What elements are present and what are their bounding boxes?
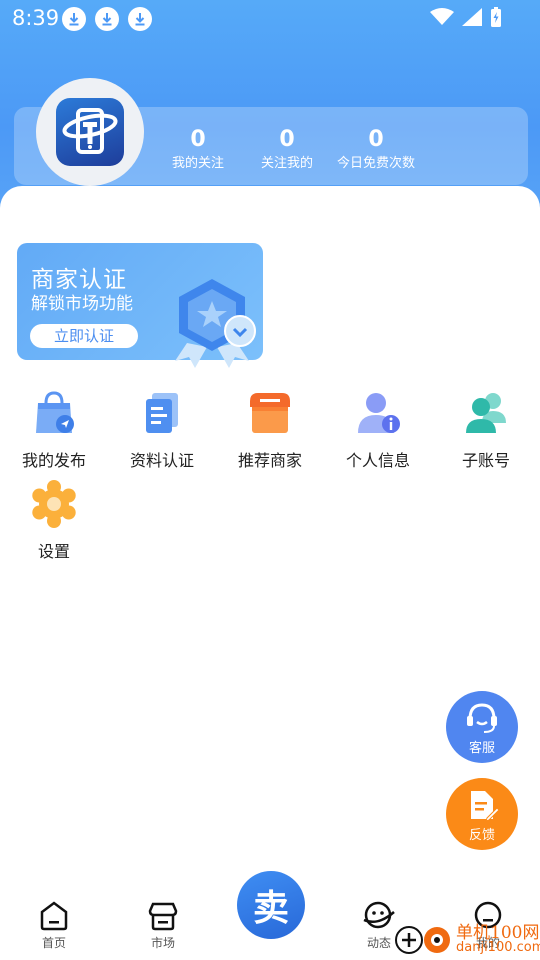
app-logo-phone-icon (56, 98, 124, 166)
tab-label: 首页 (41, 936, 66, 950)
stat-followers[interactable]: 0 关注我的 (237, 126, 337, 174)
avatar[interactable] (36, 78, 144, 186)
customer-service-button[interactable]: 客服 (446, 691, 518, 763)
storefront-icon (250, 393, 290, 433)
feedback-button[interactable]: 反馈 (446, 778, 518, 850)
certify-now-button[interactable]: 立即认证 (30, 324, 138, 348)
grid-label: 推荐商家 (237, 451, 302, 470)
download-icon (95, 7, 119, 31)
wifi-icon (430, 8, 454, 30)
tab-label: 动态 (366, 936, 391, 950)
download-icon (128, 7, 152, 31)
grid-label: 设置 (37, 542, 70, 561)
grid-data-certification[interactable]: 资料认证 (108, 389, 216, 471)
gear-icon (32, 480, 76, 528)
grid-label: 子账号 (461, 451, 510, 470)
tab-home[interactable]: 首页 (19, 900, 89, 951)
stat-value: 0 (368, 127, 384, 152)
stat-value: 0 (279, 127, 295, 152)
market-icon (148, 902, 178, 931)
grid-settings[interactable]: 设置 (0, 480, 108, 562)
battery-charging-icon (490, 7, 502, 31)
banner-subtitle: 解锁市场功能 (31, 294, 133, 314)
fab-label: 客服 (468, 741, 495, 756)
grid-recommended-merchants[interactable]: 推荐商家 (216, 389, 324, 471)
shopping-bag-send-icon (36, 391, 74, 433)
stat-following[interactable]: 0 我的关注 (148, 126, 248, 174)
watermark-url: danji100.com (456, 940, 540, 955)
stat-label: 我的关注 (171, 156, 224, 171)
certification-badge-icon (175, 279, 256, 368)
signal-icon (462, 8, 482, 30)
user-info-icon (358, 393, 400, 433)
chat-planet-icon (363, 901, 395, 929)
edit-document-icon (471, 791, 499, 822)
status-time: 8:39 (12, 6, 60, 30)
stat-label: 关注我的 (260, 156, 313, 171)
grid-my-posts[interactable]: 我的发布 (0, 389, 108, 471)
grid-label: 个人信息 (345, 451, 410, 470)
grid-sub-accounts[interactable]: 子账号 (432, 389, 540, 471)
documents-icon (146, 393, 178, 433)
stat-label: 今日免费次数 (336, 156, 415, 171)
fab-label: 反馈 (468, 828, 495, 843)
tab-market[interactable]: 市场 (128, 900, 198, 951)
stat-value: 0 (190, 127, 206, 152)
sell-button[interactable]: 卖 (237, 871, 305, 939)
download-icon (62, 7, 86, 31)
status-bar: 8:39 (0, 0, 540, 36)
headset-icon (467, 703, 497, 733)
merchant-certification-banner[interactable]: 商家认证 解锁市场功能 立即认证 (17, 243, 263, 368)
stat-free-times[interactable]: 0 今日免费次数 (326, 126, 426, 174)
users-icon (466, 393, 506, 433)
tab-label: 市场 (150, 936, 175, 950)
grid-label: 我的发布 (21, 451, 86, 470)
home-icon (40, 901, 68, 931)
grid-personal-info[interactable]: 个人信息 (324, 389, 432, 471)
grid-label: 资料认证 (129, 451, 194, 470)
